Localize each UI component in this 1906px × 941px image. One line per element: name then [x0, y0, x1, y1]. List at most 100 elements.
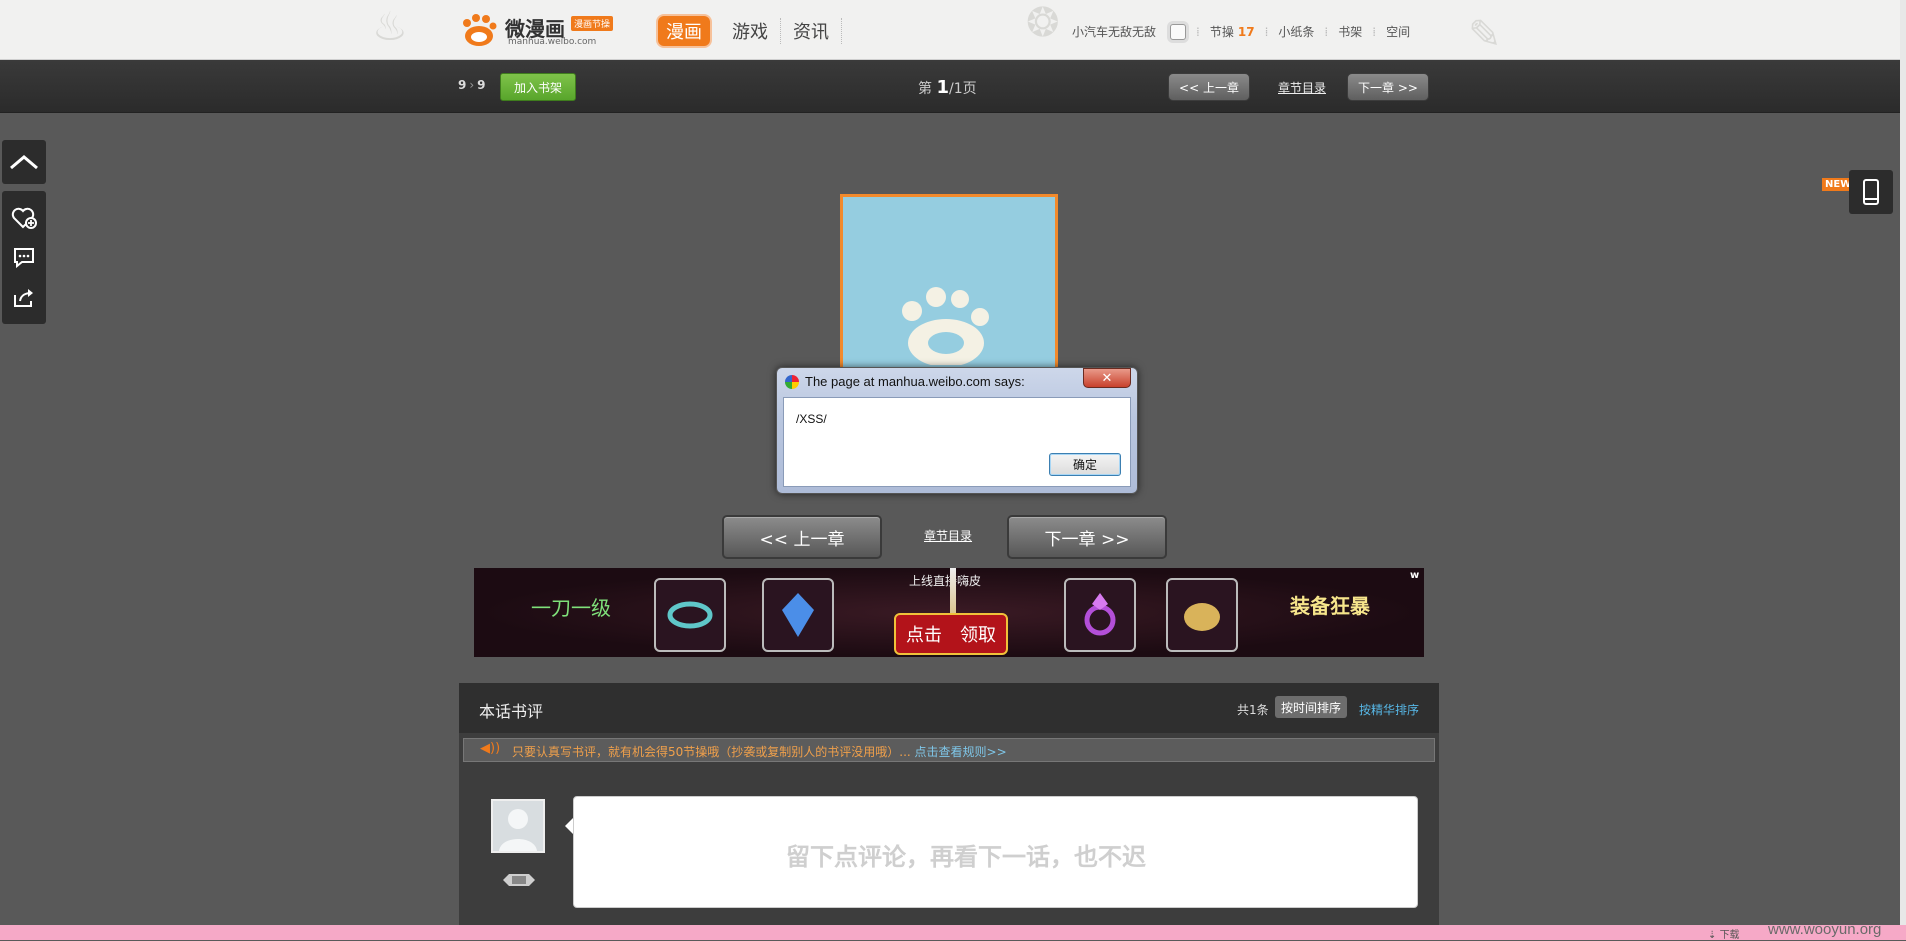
rules-link[interactable]: 点击查看规则>>	[915, 745, 1007, 759]
side-toolbar	[2, 191, 46, 324]
chapter-current: 9	[458, 78, 467, 92]
favorite-button[interactable]	[11, 205, 37, 231]
doodle-cookie-icon: ❂	[1026, 0, 1060, 46]
jiecao-link[interactable]: 节操 17	[1210, 23, 1255, 40]
ad-banner[interactable]: 一刀一级 上线直接嗨皮 点击 领取 装备狂暴 w	[474, 568, 1424, 657]
ad-claim-button[interactable]: 点击 领取	[894, 613, 1008, 655]
user-bar: 小汽车无敌无敌 ⁞ 节操 17 ⁞ 小纸条 ⁞ 书架 ⁞ 空间	[1072, 23, 1410, 40]
download-link[interactable]: ⇣ 下载	[1708, 926, 1740, 941]
next-chapter-button[interactable]: 下一章 >>	[1347, 73, 1429, 101]
doodle-pot-icon: ♨	[372, 4, 408, 50]
doodle-brush-icon: ✎	[1468, 12, 1502, 58]
ad-item-gold	[1166, 578, 1238, 652]
sort-by-time-button[interactable]: 按时间排序	[1275, 696, 1348, 718]
page-prefix: 第	[918, 81, 932, 97]
nav-games[interactable]: 游戏	[720, 18, 781, 44]
browser-icon	[785, 375, 799, 389]
chapter-toc-link-bottom[interactable]: 章节目录	[924, 527, 972, 544]
ring-icon	[1084, 593, 1116, 636]
speaker-icon: ◀))	[480, 741, 501, 756]
page-current: 1	[936, 77, 949, 98]
site-logo[interactable]: 微漫画 漫画节操 manhua.weibo.com	[459, 10, 619, 50]
crystal-icon	[782, 593, 814, 637]
ad-corner-mark: w	[1410, 570, 1420, 581]
ad-claim-left: 点击	[906, 625, 942, 646]
jiecao-label: 节操	[1209, 25, 1234, 39]
bracelet-icon	[667, 601, 713, 629]
ad-item-crystal	[762, 578, 834, 652]
chevron-right-icon: ›	[469, 78, 475, 92]
mobile-reading-button[interactable]	[1849, 170, 1893, 214]
separator: ⁞	[1372, 24, 1377, 39]
chapter-total: 9	[477, 78, 486, 92]
jiecao-count: 17	[1237, 25, 1255, 39]
chapter-toc-link[interactable]: 章节目录	[1278, 79, 1326, 96]
level-badge-icon	[503, 874, 535, 886]
comment-placeholder: 留下点评论，再看下一话，也不迟	[786, 843, 1146, 871]
comment-icon	[14, 248, 34, 269]
gold-icon	[1184, 603, 1220, 631]
dialog-message: /XSS/	[796, 412, 827, 426]
page-total: 1	[953, 81, 963, 97]
watermark: www.wooyun.org	[1768, 921, 1882, 938]
nav-news[interactable]: 资讯	[781, 18, 842, 44]
dialog-close-button[interactable]: ✕	[1083, 368, 1131, 388]
brand-badge: 漫画节操	[571, 16, 614, 31]
manga-page-image[interactable]	[840, 194, 1058, 374]
messages-link[interactable]: 小纸条	[1278, 23, 1314, 40]
comments-total: 共1条	[1237, 703, 1269, 717]
ad-right-text: 装备狂暴	[1290, 594, 1370, 618]
ad-item-ring	[1064, 578, 1136, 652]
alert-dialog: The page at manhua.weibo.com says: ✕ /XS…	[776, 367, 1138, 494]
bottom-bar: ⇣ 下载 www.wooyun.org	[0, 921, 1906, 941]
page-suffix: 页	[962, 81, 977, 97]
comments-notice: ◀)) 只要认真写书评，就有机会得50节操哦（抄袭或复制别人的书评没用哦）...…	[463, 738, 1435, 762]
main-nav: 漫画 游戏 资讯	[646, 16, 842, 46]
dialog-ok-button[interactable]: 确定	[1049, 453, 1121, 476]
paw-placeholder-icon	[902, 287, 989, 365]
close-icon: ✕	[1101, 370, 1113, 386]
dialog-title: The page at manhua.weibo.com says:	[805, 374, 1025, 389]
share-icon	[14, 289, 33, 307]
back-to-top-button[interactable]	[2, 140, 46, 184]
ad-claim-right: 领取	[960, 625, 996, 646]
mobile-phone-icon	[1863, 179, 1879, 205]
window-scrollbar[interactable]	[1900, 0, 1906, 940]
separator: ⁞	[1196, 24, 1200, 39]
prev-chapter-button[interactable]: << 上一章	[1168, 73, 1250, 101]
add-to-shelf-button[interactable]: 加入书架	[500, 73, 576, 101]
separator: ⁞	[1324, 24, 1329, 39]
comments-title: 本话书评	[479, 702, 544, 721]
paw-logo-icon	[463, 14, 497, 46]
notice-text: 只要认真写书评，就有机会得50节操哦（抄袭或复制别人的书评没用哦）... 点击查…	[512, 743, 1007, 760]
comments-header: 本话书评 共1条 按时间排序 按精华排序	[459, 683, 1439, 733]
notice-body: 只要认真写书评，就有机会得50节操哦（抄袭或复制别人的书评没用哦）...	[512, 745, 911, 759]
separator: ⁞	[1264, 24, 1269, 39]
sort-by-best-link[interactable]: 按精华排序	[1359, 701, 1419, 718]
comment-textarea[interactable]: 留下点评论，再看下一话，也不迟	[573, 796, 1418, 908]
nav-manhua[interactable]: 漫画	[658, 16, 710, 46]
username-link[interactable]: 小汽车无敌无敌	[1072, 23, 1156, 40]
share-button[interactable]	[11, 285, 37, 311]
chapter-count: 9 › 9	[458, 78, 486, 92]
comment-button[interactable]	[11, 245, 37, 271]
ad-left-text: 一刀一级	[531, 596, 611, 620]
chevron-up-icon	[10, 155, 38, 170]
bookshelf-link[interactable]: 书架	[1338, 23, 1362, 40]
space-link[interactable]: 空间	[1386, 23, 1410, 40]
reply-box-arrow	[565, 818, 573, 834]
next-chapter-big-button[interactable]: 下一章 >>	[1007, 515, 1167, 559]
site-header: ♨ ❂ ✎ 微漫画 漫画节操 manhua.weibo.com 漫画 游戏 资讯…	[0, 0, 1906, 60]
chapter-bar: 9 › 9 加入书架 第 1/1页 << 上一章 章节目录 下一章 >>	[0, 60, 1900, 113]
page-indicator: 第 1/1页	[918, 77, 977, 98]
heart-plus-icon	[11, 207, 37, 229]
default-avatar-icon	[499, 809, 537, 851]
user-menu-toggle[interactable]	[1170, 23, 1187, 40]
dialog-body: /XSS/ 确定	[783, 397, 1131, 487]
avatar[interactable]	[491, 799, 545, 853]
ad-item-bracelet	[654, 578, 726, 652]
brand-domain: manhua.weibo.com	[508, 37, 597, 47]
comments-section: 本话书评 共1条 按时间排序 按精华排序 ◀)) 只要认真写书评，就有机会得50…	[459, 683, 1439, 940]
prev-chapter-big-button[interactable]: << 上一章	[722, 515, 882, 559]
ad-top-text: 上线直接嗨皮	[909, 574, 982, 588]
